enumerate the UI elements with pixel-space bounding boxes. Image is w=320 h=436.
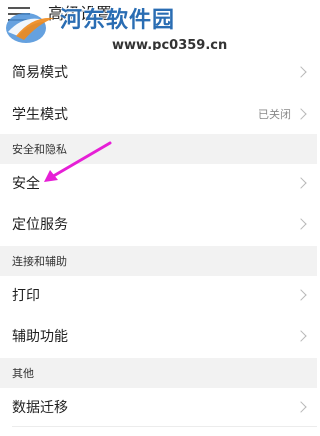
row-accessibility[interactable]: 辅助功能 (0, 314, 317, 358)
top-bar: 高级设置 河东软件园 www.pc0359.cn (0, 0, 317, 53)
chevron-right-icon (295, 401, 307, 413)
row-label: 定位服务 (12, 217, 68, 233)
chevron-right-icon (295, 330, 307, 342)
chevron-right-icon (295, 218, 307, 230)
row-simple-mode[interactable]: 简易模式 (0, 50, 317, 94)
row-data-migration[interactable]: 数据迁移 (0, 388, 317, 426)
row-location-service[interactable]: 定位服务 (0, 202, 317, 246)
chevron-right-icon (295, 289, 307, 301)
section-label: 其他 (12, 367, 34, 380)
section-label: 连接和辅助 (12, 255, 67, 268)
watermark-logo-icon (6, 13, 54, 43)
divider (12, 426, 317, 427)
row-print[interactable]: 打印 (0, 276, 317, 314)
row-student-mode[interactable]: 学生模式 已关闭 (0, 94, 317, 134)
section-header-connect-assist: 连接和辅助 (0, 246, 317, 276)
chevron-right-icon (295, 108, 307, 120)
chevron-right-icon (295, 66, 307, 78)
chevron-right-icon (295, 177, 307, 189)
row-label: 数据迁移 (12, 400, 68, 416)
status-text: 已关闭 (258, 108, 291, 121)
row-label: 打印 (12, 288, 40, 304)
row-label: 学生模式 (12, 107, 68, 123)
pointer-arrow-icon (44, 141, 112, 182)
row-label: 简易模式 (12, 65, 68, 81)
row-label: 安全 (12, 176, 40, 192)
section-header-other: 其他 (0, 358, 317, 388)
watermark-site-name: 河东软件园 (60, 8, 176, 33)
row-label: 辅助功能 (12, 329, 68, 345)
